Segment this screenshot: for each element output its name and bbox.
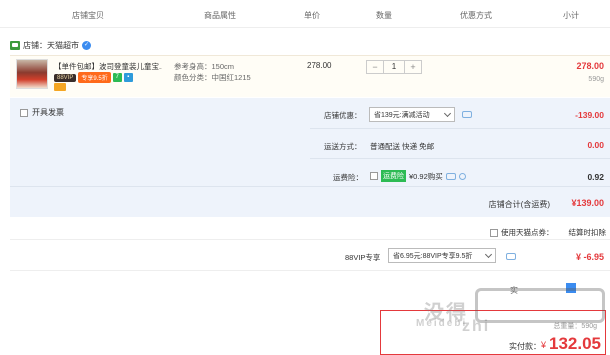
- col-promo-header: 优惠方式: [460, 11, 492, 20]
- insurance-text: ¥0.92购买: [409, 171, 443, 181]
- tmall-points-note: 结算时扣除: [568, 228, 607, 237]
- vip-select-value: 省6.95元:88VIP专享9.5折: [393, 252, 473, 260]
- insurance-option: 运费险 ¥0.92购买: [370, 170, 466, 182]
- item-weight: 590g: [588, 76, 604, 83]
- shop-discount-select[interactable]: 省139元:满减活动: [369, 107, 455, 122]
- chevron-down-icon: [443, 109, 452, 117]
- vip-discount-select[interactable]: 省6.95元:88VIP专享9.5折: [388, 248, 496, 263]
- tmall-points-option: 使用天猫点券：: [490, 227, 554, 238]
- pay-value: 132.05: [549, 334, 601, 353]
- vip-discount-value: ¥ -6.95: [575, 252, 604, 262]
- tmall-points-row: 使用天猫点券： 结算时扣除: [10, 224, 610, 240]
- col-item-header: 店铺宝贝: [72, 11, 104, 20]
- shop-discount-label: 店铺优惠：: [324, 111, 362, 120]
- quantity-stepper: − 1 +: [366, 60, 422, 74]
- shipping-method: 普通配送 快递 免邮: [370, 142, 435, 151]
- service-icon: ▪: [123, 73, 133, 82]
- col-price-header: 单价: [304, 11, 320, 20]
- pay-label: 实付款：: [509, 342, 541, 351]
- cart-item: 【单件包邮】波司登童装儿童宝... 88VIP 专享9.5折 7 ▪ 参考身高：…: [10, 55, 610, 97]
- tmall-points-checkbox[interactable]: [490, 228, 498, 237]
- col-attr-header: 商品属性: [204, 11, 236, 20]
- shop-total-value: ¥139.00: [571, 198, 604, 208]
- shop-total-label: 店铺合计(含运费): [488, 200, 550, 209]
- shipping-fee: 0.00: [587, 140, 604, 150]
- invoice-checkbox[interactable]: [20, 108, 28, 117]
- verified-icon: ✓: [82, 40, 91, 50]
- vip-label: 88VIP专享: [345, 253, 381, 262]
- tmall-points-label: 使用天猫点券：: [501, 228, 554, 237]
- product-title[interactable]: 【单件包邮】波司登童装儿童宝...: [54, 61, 162, 72]
- cart-header: 店铺宝贝 商品属性 单价 数量 优惠方式 小计: [0, 0, 610, 28]
- shop-row: 店铺：天猫超市 ✓: [10, 38, 91, 52]
- vip-discount-row: 88VIP专享 省6.95元:88VIP专享9.5折 ¥ -6.95: [10, 244, 610, 268]
- promo-tag: 专享9.5折: [78, 72, 111, 83]
- qty-plus-button[interactable]: +: [405, 61, 421, 73]
- insurance-badge: 运费险: [381, 170, 406, 182]
- divider: [310, 128, 610, 129]
- divider: [310, 158, 610, 159]
- qty-input[interactable]: 1: [383, 61, 405, 73]
- shop-discount-value: -139.00: [575, 110, 604, 120]
- vip-tag: 88VIP: [54, 73, 77, 82]
- col-qty-header: 数量: [376, 11, 392, 20]
- seven-day-return-icon: 7: [112, 73, 122, 82]
- product-tags: 88VIP 专享9.5折 7 ▪: [54, 72, 133, 83]
- qty-minus-button[interactable]: −: [367, 61, 383, 73]
- col-subtotal-header: 小计: [563, 11, 579, 20]
- insurance-checkbox[interactable]: [370, 172, 378, 180]
- shop-name[interactable]: 店铺：天猫超市: [23, 40, 79, 51]
- shop-total-row: 店铺合计(含运费) ¥139.00: [10, 186, 610, 218]
- shipping-label: 运送方式：: [324, 142, 362, 151]
- watermark-text: Meidebi: [416, 318, 468, 329]
- insurance-label: 运费险：: [333, 173, 363, 182]
- watermark-logo: [475, 288, 605, 323]
- unit-price: 278.00: [307, 61, 332, 70]
- chat-icon[interactable]: [445, 172, 456, 180]
- attr-height: 参考身高：150cm: [174, 62, 235, 71]
- product-thumbnail[interactable]: [16, 59, 48, 89]
- info-icon[interactable]: [458, 172, 466, 180]
- invoice-option: 开具发票: [20, 107, 64, 118]
- shop-icon: [10, 40, 20, 50]
- shop-discount-select-value: 省139元:满减活动: [374, 111, 430, 119]
- attr-color: 颜色分类：中国红1215: [174, 73, 251, 82]
- item-subtotal: 278.00: [576, 61, 604, 71]
- invoice-label: 开具发票: [32, 108, 64, 117]
- chat-icon[interactable]: [506, 253, 516, 260]
- chat-icon[interactable]: [462, 111, 472, 118]
- insurance-value: 0.92: [587, 172, 604, 182]
- card-icon: [54, 83, 66, 91]
- chevron-down-icon: [484, 250, 493, 258]
- pay-currency: ¥: [541, 340, 547, 350]
